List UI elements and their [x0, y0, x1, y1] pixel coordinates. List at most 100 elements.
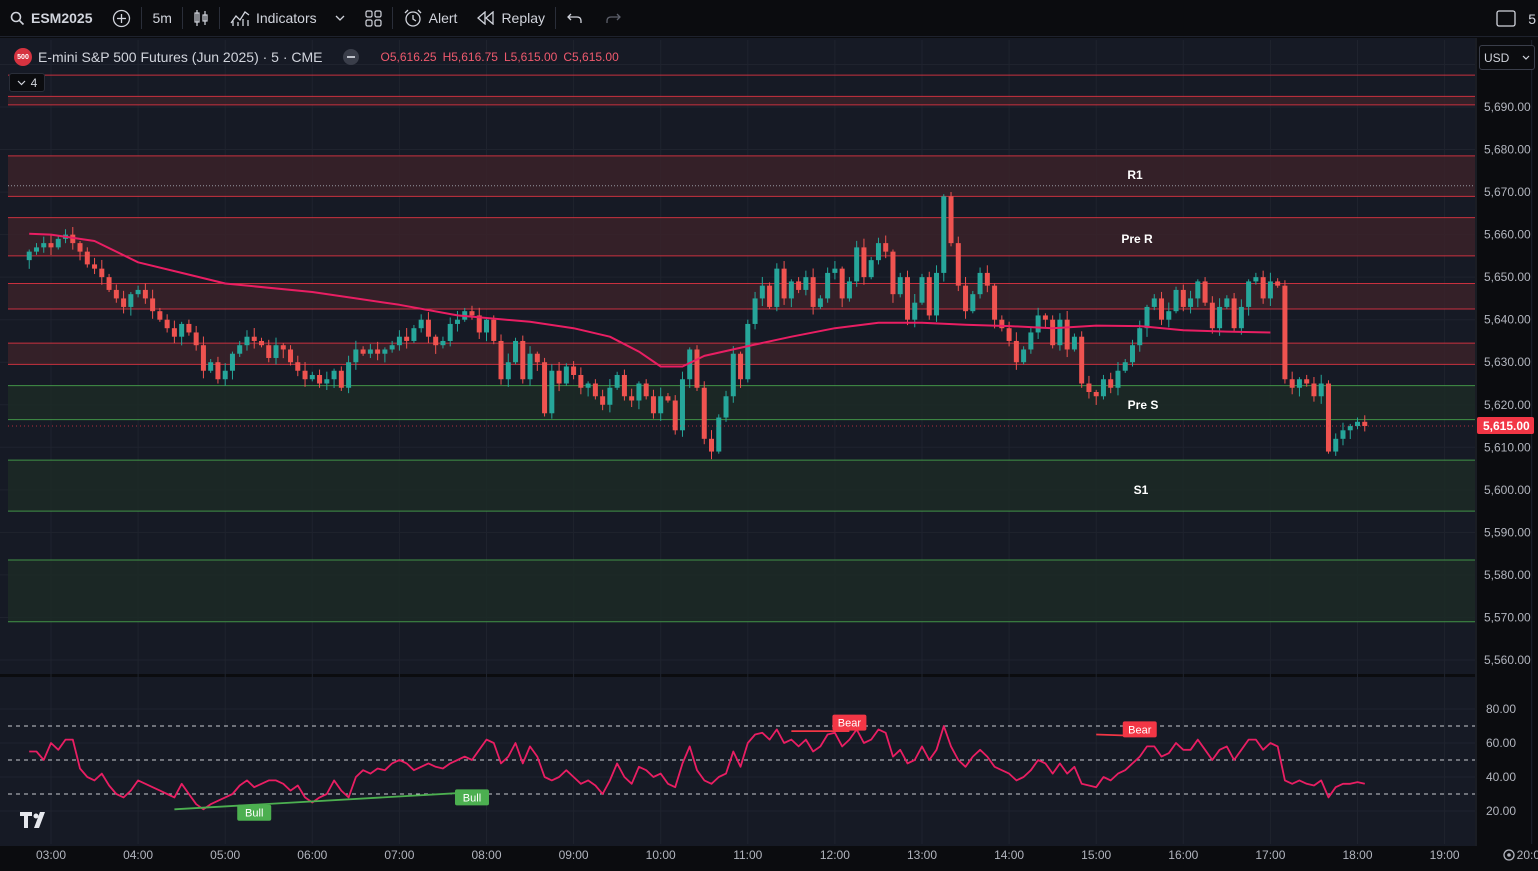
- candle-body: [825, 272, 831, 299]
- undo-button[interactable]: [556, 0, 594, 37]
- candle-body: [1079, 336, 1085, 384]
- time-tick-label: 19:00: [1430, 848, 1460, 862]
- chart-area[interactable]: R1 Pre R Pre S S1 5,690.00 5,680.00 5,670.00 5,…: [0, 38, 1538, 871]
- candles-icon: [193, 9, 209, 27]
- candle-up: [563, 363, 569, 386]
- candle-body: [1347, 426, 1353, 431]
- time-tick-label: 04:00: [123, 848, 153, 862]
- candle-body: [360, 349, 366, 354]
- candle-body: [469, 311, 475, 316]
- candle-body: [723, 396, 729, 418]
- candle-body: [592, 383, 598, 397]
- price-tick-label: 5,690.00: [1484, 100, 1531, 114]
- candle-up: [549, 364, 555, 419]
- candle-body: [868, 260, 874, 278]
- candle-body: [121, 298, 127, 307]
- candle-down: [955, 236, 961, 292]
- candle-up: [716, 414, 722, 454]
- candle-up: [745, 319, 751, 383]
- chevron-down-icon[interactable]: [335, 15, 345, 21]
- candle-body: [621, 374, 627, 397]
- candle-body: [549, 370, 555, 414]
- candle-body: [251, 336, 257, 341]
- candle-body: [433, 336, 439, 346]
- time-tick-label: 05:00: [210, 848, 240, 862]
- candle-up: [934, 265, 940, 322]
- candle-body: [418, 319, 424, 329]
- candle-body: [585, 383, 591, 388]
- candle-body: [1282, 285, 1288, 380]
- redo-button[interactable]: [594, 0, 632, 37]
- rewind-icon: [477, 11, 495, 25]
- candle-up: [854, 240, 860, 287]
- candle-body: [846, 281, 852, 299]
- candle-down: [694, 345, 700, 391]
- candle-body: [1035, 315, 1041, 333]
- fullscreen-icon[interactable]: [1496, 10, 1516, 27]
- candle-body: [709, 438, 715, 452]
- candle-body: [934, 272, 940, 316]
- candle-body: [200, 345, 206, 371]
- candle-body: [1064, 319, 1070, 350]
- candle-up: [970, 290, 976, 314]
- candle-body: [861, 247, 867, 278]
- candle-body: [948, 196, 954, 244]
- price-tick-label: 5,580.00: [1484, 568, 1531, 582]
- candle-body: [875, 243, 881, 261]
- layouts-button[interactable]: [355, 0, 392, 37]
- alert-button[interactable]: Alert: [393, 0, 468, 37]
- candle-up: [679, 371, 685, 437]
- candle-body: [1137, 328, 1143, 346]
- legend-title[interactable]: E-mini S&P 500 Futures (Jun 2025) · 5 · …: [38, 49, 323, 65]
- candle-body: [280, 345, 286, 350]
- grid-layout-icon: [365, 9, 382, 27]
- symbol-search-button[interactable]: ESM2025: [0, 0, 102, 37]
- timeframe-button[interactable]: 5m: [142, 0, 181, 37]
- ohlc-low: L5,615.00: [503, 50, 558, 64]
- candle-body: [1224, 298, 1230, 307]
- candle-body: [288, 349, 294, 363]
- candle-body: [258, 340, 264, 346]
- ohlc-close: C5,615.00: [563, 50, 619, 64]
- time-tick-label: 20:00: [1517, 848, 1538, 862]
- candle-up: [868, 256, 874, 280]
- tradingview-logo-icon: [20, 812, 50, 833]
- candle-body: [324, 379, 330, 384]
- candle-body: [295, 362, 301, 371]
- hide-symbol-icon[interactable]: [342, 49, 359, 65]
- candle-body: [1202, 281, 1208, 303]
- chevron-down-icon: [17, 80, 26, 85]
- candle-down: [1050, 315, 1056, 349]
- indicators-collapse-button[interactable]: 4: [9, 73, 45, 92]
- time-tick-label: 17:00: [1255, 848, 1285, 862]
- candle-body: [404, 336, 410, 341]
- toolbar-right-partial-label: 5: [1528, 10, 1536, 27]
- time-tick-label: 18:00: [1342, 848, 1372, 862]
- candle-body: [367, 349, 373, 354]
- chart-type-button[interactable]: [183, 0, 219, 37]
- candle-body: [977, 272, 983, 295]
- candle-down: [498, 334, 504, 385]
- candle-down: [542, 357, 548, 417]
- candle-body: [1340, 430, 1346, 439]
- support-zone: [8, 460, 1475, 512]
- replay-button[interactable]: Replay: [467, 0, 555, 37]
- candle-body: [781, 268, 787, 299]
- candle-body: [77, 243, 83, 252]
- candle-up: [941, 194, 947, 282]
- candle-body: [941, 196, 947, 273]
- price-tick-label: 5,670.00: [1484, 185, 1531, 199]
- currency-select[interactable]: USD: [1479, 45, 1535, 70]
- price-tick-label: 5,590.00: [1484, 525, 1531, 539]
- candle-body: [556, 370, 562, 384]
- candle-body: [215, 362, 221, 380]
- candle-body: [679, 379, 685, 431]
- indicators-button[interactable]: Indicators: [220, 0, 355, 37]
- chart-svg[interactable]: R1 Pre R Pre S S1 5,690.00 5,680.00 5,670.00 5,…: [0, 38, 1538, 871]
- candle-body: [1013, 340, 1019, 363]
- compare-symbol-button[interactable]: [102, 0, 141, 37]
- candle-body: [984, 272, 990, 286]
- time-tick-label: 08:00: [471, 848, 501, 862]
- bear-divergence-label: Bear: [1128, 724, 1152, 736]
- candle-body: [730, 353, 736, 397]
